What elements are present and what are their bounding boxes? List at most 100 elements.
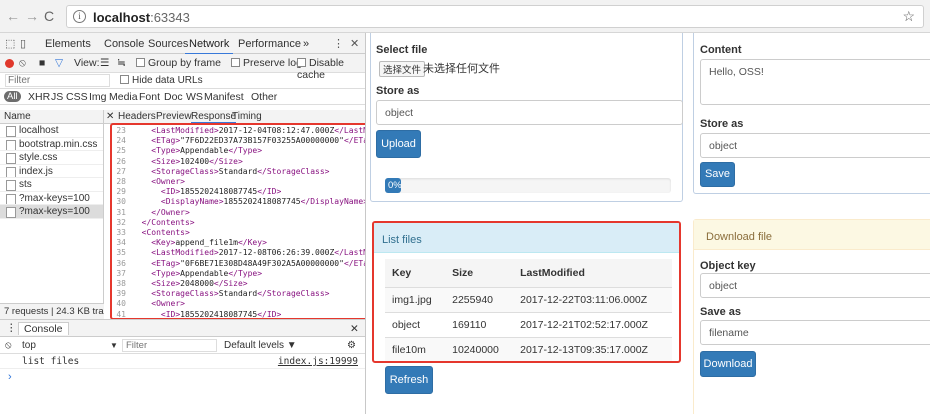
refresh-button[interactable]: Refresh <box>385 366 433 394</box>
record-icon[interactable] <box>5 59 14 68</box>
request-row[interactable]: index.js <box>0 165 103 178</box>
resource-type-filters: All XHR JS CSS Img Media Font Doc WS Man… <box>0 89 365 105</box>
type-filter-all[interactable]: All <box>4 91 21 102</box>
table-cell: 2017-12-21T02:52:17.000Z <box>513 312 672 338</box>
clear-console-icon[interactable]: ⦸ <box>5 340 12 351</box>
back-arrow-icon[interactable]: ← <box>6 9 20 23</box>
type-filter-js[interactable]: JS <box>51 91 63 103</box>
store-as-label: Store as <box>376 85 420 97</box>
response-token: <Type> <box>151 268 181 278</box>
log-levels-dropdown[interactable]: Default levels ▼ <box>224 340 297 351</box>
save-as-input[interactable]: filename <box>700 320 930 345</box>
choose-file-button[interactable]: 选择文件 <box>379 61 426 77</box>
store-as-input[interactable]: object <box>376 100 683 125</box>
request-row[interactable]: ?max-keys=100 <box>0 192 103 205</box>
drawer-menu-icon[interactable]: ⋮ <box>6 322 17 334</box>
close-detail-icon[interactable]: ✕ <box>106 111 114 122</box>
console-prompt-icon[interactable]: › <box>8 371 12 383</box>
tab-network[interactable]: Network <box>184 38 234 55</box>
select-file-label: Select file <box>376 44 428 56</box>
request-row[interactable]: bootstrap.min.css <box>0 138 103 151</box>
store-as-input-2[interactable]: object <box>700 133 930 158</box>
request-list: Name localhost bootstrap.min.css style.css… <box>0 110 104 319</box>
network-filter-input[interactable] <box>5 74 110 87</box>
response-token: </StorageClass> <box>257 289 330 299</box>
column-size: Size <box>445 259 514 288</box>
request-row[interactable]: sts <box>0 178 103 192</box>
response-line: 23 <LastModified>2017-12-04T08:12:47.000… <box>112 126 365 136</box>
download-button[interactable]: Download <box>700 351 756 377</box>
info-icon[interactable]: i <box>73 10 86 23</box>
table-row: object 169110 2017-12-21T02:52:17.000Z <box>385 312 672 338</box>
console-toolbar: ⦸ top ▼ Default levels ▼ ⚙ <box>0 337 365 354</box>
table-cell: 169110 <box>445 312 514 338</box>
type-filter-xhr[interactable]: XHR <box>28 91 50 103</box>
context-selector[interactable]: top <box>22 340 36 351</box>
close-drawer-icon[interactable]: ✕ <box>350 323 359 335</box>
tab-elements[interactable]: Elements <box>45 38 91 50</box>
app-page: Select file 选择文件 未选择任何文件 Store as object… <box>367 33 930 414</box>
forward-arrow-icon[interactable]: → <box>25 9 39 23</box>
tab-headers[interactable]: Headers <box>118 111 156 122</box>
line-number: 27 <box>116 166 126 176</box>
save-as-label: Save as <box>700 306 741 318</box>
type-filter-media[interactable]: Media <box>109 91 138 103</box>
tab-console[interactable]: Console <box>104 38 144 50</box>
device-toggle-icon[interactable]: ▯ <box>20 37 26 50</box>
group-by-frame-checkbox[interactable]: Group by frame <box>136 57 221 69</box>
type-filter-font[interactable]: Font <box>139 91 160 103</box>
console-settings-icon[interactable]: ⚙ <box>347 340 356 351</box>
no-file-text: 未选择任何文件 <box>423 63 500 75</box>
context-dropdown-icon[interactable]: ▼ <box>110 341 118 350</box>
drawer-tab-console[interactable]: Console <box>18 322 69 335</box>
network-status: 7 requests | 24.3 KB tra... <box>0 303 104 319</box>
close-devtools-icon[interactable]: ✕ <box>350 37 359 50</box>
clear-icon[interactable]: ⦸ <box>19 57 26 70</box>
inspect-element-icon[interactable]: ⬚ <box>5 37 15 50</box>
line-number: 31 <box>116 207 126 217</box>
request-row[interactable]: ?max-keys=100 <box>0 205 103 219</box>
line-number: 24 <box>116 136 126 146</box>
type-filter-img[interactable]: Img <box>89 91 107 103</box>
line-number: 34 <box>116 238 126 248</box>
response-token: <ID> <box>160 187 181 197</box>
tab-sources[interactable]: Sources <box>148 38 188 50</box>
type-filter-manifest[interactable]: Manifest <box>204 91 244 103</box>
large-rows-icon[interactable]: ☰ <box>100 57 109 69</box>
response-line: 35 <LastModified>2017-12-08T06:26:39.000… <box>112 248 365 258</box>
overview-icon[interactable]: ≒ <box>117 57 126 69</box>
response-token: 2048000 <box>180 279 214 289</box>
hide-data-urls-checkbox[interactable]: Hide data URLs <box>120 75 203 86</box>
request-row[interactable]: style.css <box>0 151 103 165</box>
address-bar[interactable]: i localhost:63343 ☆ <box>66 5 924 28</box>
save-button[interactable]: Save <box>700 162 735 187</box>
request-row[interactable]: localhost <box>0 124 103 138</box>
filter-icon[interactable]: ▽ <box>55 57 63 69</box>
type-filter-css[interactable]: CSS <box>66 91 88 103</box>
table-cell: 2017-12-13T09:35:17.000Z <box>513 337 672 361</box>
console-message-source[interactable]: index.js:19999 <box>278 356 358 367</box>
name-column-header[interactable]: Name <box>0 110 103 124</box>
preserve-log-checkbox[interactable]: Preserve log <box>231 57 302 69</box>
devtools-menu-icon[interactable]: ⋮ <box>333 37 344 50</box>
camera-icon[interactable]: ■ <box>39 57 45 69</box>
upload-button[interactable]: Upload <box>376 130 421 158</box>
bookmark-star-icon[interactable]: ☆ <box>902 8 915 25</box>
object-key-input[interactable]: object <box>700 273 930 298</box>
type-filter-other[interactable]: Other <box>251 91 277 103</box>
line-number: 29 <box>116 187 126 197</box>
response-token: <ID> <box>160 309 181 319</box>
detail-tabbar: ✕ Headers Preview Response Timing <box>104 110 365 124</box>
tab-timing[interactable]: Timing <box>232 111 262 122</box>
more-tabs-icon[interactable]: » <box>303 38 309 50</box>
tab-preview[interactable]: Preview <box>156 111 192 122</box>
type-filter-ws[interactable]: WS <box>186 91 203 103</box>
console-filter-input[interactable] <box>122 339 217 352</box>
tab-performance[interactable]: Performance <box>238 38 301 50</box>
reload-icon[interactable]: C <box>44 9 54 23</box>
response-token: <ETag> <box>151 258 181 268</box>
response-token: <LastModified> <box>151 248 219 258</box>
response-token <box>132 228 142 237</box>
type-filter-doc[interactable]: Doc <box>164 91 183 103</box>
content-textarea[interactable]: Hello, OSS! <box>700 59 930 105</box>
